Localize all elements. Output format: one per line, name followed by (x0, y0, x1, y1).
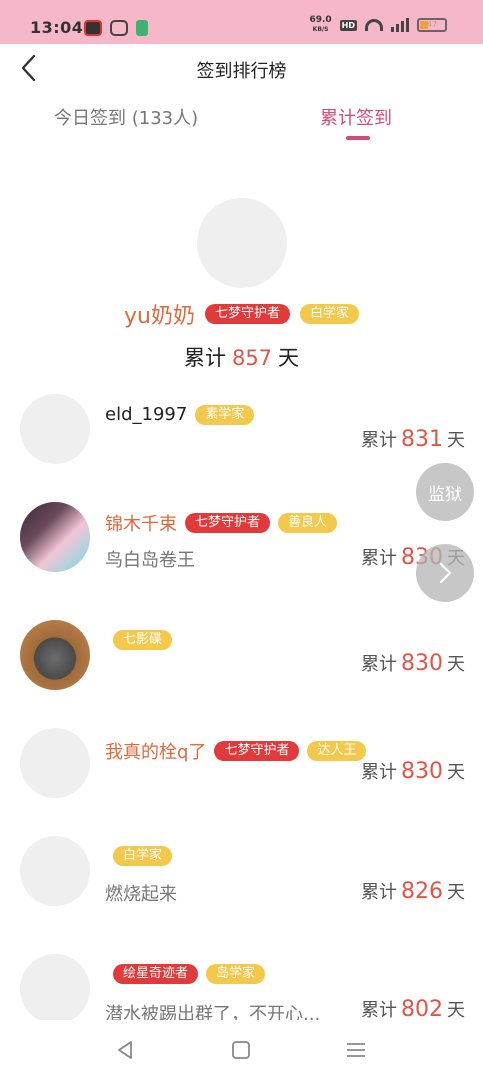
page-title: 签到排行榜 (196, 61, 287, 82)
champion-badge: 七梦守护者 (204, 304, 290, 324)
list-item[interactable]: eld_1997 素学家 累计 831 天 (0, 384, 483, 494)
champion-name[interactable]: yu奶奶 (124, 298, 195, 330)
title-badge: 绘星奇迹者 (113, 964, 199, 984)
user-name: 我真的栓q了 (105, 742, 207, 763)
total-days: 累计 831 天 (361, 427, 465, 452)
tab-today-checkin[interactable]: 今日签到 (133人) (54, 104, 198, 130)
avatar[interactable] (20, 836, 90, 906)
name-line: 我真的栓q了 七梦守护者 达人王 (105, 738, 367, 764)
title-badge: 达人王 (307, 741, 367, 761)
name-line: eld_1997 素学家 (105, 404, 255, 425)
notification-icons (84, 20, 148, 36)
avatar[interactable] (20, 954, 90, 1024)
system-nav-bar (0, 1020, 483, 1080)
app-notification-icon (84, 20, 102, 36)
avatar[interactable] (20, 620, 90, 690)
active-tab-indicator (346, 136, 370, 140)
square-home-icon (232, 1041, 250, 1059)
total-days: 累计830天 (361, 651, 465, 676)
name-line: 七影碟 (105, 630, 173, 650)
triangle-back-icon (118, 1041, 132, 1059)
title-badge: 七影碟 (113, 630, 173, 650)
total-days: 累计830天 (361, 759, 465, 784)
hd-icon: HD (339, 19, 357, 31)
tab-total-checkin[interactable]: 累计签到 (320, 104, 392, 130)
name-line: 绘星奇迹者 岛学家 (105, 964, 266, 984)
title-badge: 白学家 (113, 846, 173, 866)
title-badge: 素学家 (195, 404, 255, 425)
battery-icon: 47 (417, 18, 447, 32)
nav-menu-button[interactable] (344, 1038, 368, 1062)
champion-badge: 白学家 (299, 304, 359, 324)
list-item[interactable]: 我真的栓q了 七梦守护者 达人王 累计 830 天 (0, 720, 483, 830)
user-name: 锦木千束 (105, 514, 177, 535)
menu-lines-icon (347, 1043, 365, 1057)
champion-avatar[interactable] (197, 198, 287, 288)
next-button[interactable] (416, 544, 474, 602)
avatar[interactable] (20, 728, 90, 798)
name-line: 锦木千束 七梦守护者 善良人 (105, 510, 338, 536)
title-badge: 善良人 (278, 513, 338, 533)
list-item[interactable]: 白学家 燃烧起来 累计 826 天 (0, 830, 483, 940)
bilibili-notification-icon (110, 20, 128, 36)
title-badge: 七梦守护者 (185, 513, 271, 533)
network-speed: 69.0 KB/S (309, 15, 332, 34)
total-days: 累计 826 天 (361, 879, 465, 904)
user-name: eld_1997 (105, 404, 188, 425)
chevron-right-icon (439, 562, 452, 584)
list-item[interactable]: 七影碟 累计 830 天 (0, 612, 483, 722)
champion-total: 累计 857 天 (183, 346, 300, 370)
name-line: 白学家 (105, 846, 173, 866)
title-badge: 七梦守护者 (214, 741, 300, 761)
status-right: 69.0 KB/S HD 47 (309, 16, 447, 34)
champion-name-row: yu奶奶 七梦守护者 白学家 (0, 298, 483, 330)
avatar[interactable] (20, 502, 90, 572)
signal-icon (391, 18, 409, 32)
title-badge: 岛学家 (206, 964, 266, 984)
battery-saver-icon (136, 20, 148, 36)
nav-home-button[interactable] (229, 1038, 253, 1062)
avatar[interactable] (20, 394, 90, 464)
total-days: 累计 802 天 (361, 997, 465, 1022)
status-bar: 13:04 69.0 KB/S HD 47 (0, 0, 483, 44)
status-time: 13:04 (30, 18, 84, 37)
user-signature: 鸟白岛卷王 (105, 550, 195, 571)
list-item[interactable]: 锦木千束 七梦守护者 善良人 鸟白岛卷王 累计830天 (0, 494, 483, 604)
user-signature: 燃烧起来 (105, 884, 177, 905)
wifi-icon (365, 19, 383, 31)
champion-total-value: 857 (231, 346, 273, 370)
jail-button[interactable]: 监狱 (416, 463, 474, 521)
nav-back-button[interactable] (113, 1038, 137, 1062)
